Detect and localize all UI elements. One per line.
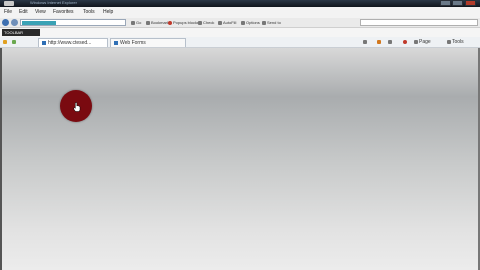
menu-file[interactable]: File <box>4 9 12 16</box>
popups-blocked-button[interactable]: Popups blocked <box>168 20 201 26</box>
menu-view[interactable]: View <box>35 9 46 16</box>
menu-tools[interactable]: Tools <box>83 9 95 16</box>
tab-web-forms[interactable]: Web Forms <box>110 38 186 47</box>
left-window-edge <box>0 48 2 270</box>
add-favorites-icon[interactable] <box>12 40 16 44</box>
address-selection <box>22 21 56 25</box>
block-icon <box>168 20 172 25</box>
menu-edit[interactable]: Edit <box>19 9 28 16</box>
tab-active[interactable]: http://www.ctesed... <box>38 38 108 47</box>
app-icon <box>4 1 14 6</box>
favorites-star-icon[interactable] <box>3 40 7 44</box>
go-button[interactable]: Go <box>131 20 141 26</box>
page-menu-icon <box>414 39 418 44</box>
menu-bar: File Edit View Favorites Tools Help <box>0 7 480 18</box>
menu-favorites[interactable]: Favorites <box>53 9 74 16</box>
toolbar-logo[interactable]: TOOLBAR <box>2 29 40 36</box>
bookmark-icon <box>146 20 150 25</box>
send-to-button[interactable]: Send to <box>262 20 281 26</box>
tab-bar: http://www.ctesed... Web Forms Page Tool… <box>0 37 480 48</box>
tools-menu-icon <box>447 39 451 44</box>
back-button[interactable] <box>2 19 9 26</box>
autofill-button[interactable]: AutoFill <box>218 20 236 26</box>
page-menu[interactable]: Page <box>414 39 431 46</box>
check-icon <box>198 20 202 25</box>
favorites-heart-icon[interactable] <box>403 40 407 44</box>
options-button[interactable]: Options <box>241 20 260 26</box>
menu-help[interactable]: Help <box>103 9 113 16</box>
print-icon[interactable] <box>388 40 392 44</box>
send-icon <box>262 20 266 25</box>
options-icon <box>241 20 245 25</box>
tools-menu[interactable]: Tools <box>447 39 464 46</box>
autofill-icon <box>218 20 222 25</box>
feeds-icon[interactable] <box>377 40 381 44</box>
minimize-button[interactable] <box>440 0 451 6</box>
home-icon[interactable] <box>363 40 367 44</box>
check-button[interactable]: Check <box>198 20 214 26</box>
window-title: Windows Internet Explorer <box>30 0 77 5</box>
maximize-button[interactable] <box>452 0 463 6</box>
page-icon <box>114 40 118 45</box>
address-input[interactable] <box>20 19 126 26</box>
page-content <box>0 48 480 270</box>
forward-button[interactable] <box>11 19 18 26</box>
hand-cursor-icon <box>73 102 81 112</box>
page-icon <box>42 40 46 45</box>
close-button[interactable] <box>465 0 476 6</box>
favorites-bar: TOOLBAR <box>0 28 480 37</box>
go-icon <box>131 20 135 25</box>
search-input[interactable] <box>360 19 478 26</box>
title-bar: Windows Internet Explorer <box>0 0 480 7</box>
navigation-bar: Go Bookmarks Popups blocked Check AutoFi… <box>0 18 480 28</box>
